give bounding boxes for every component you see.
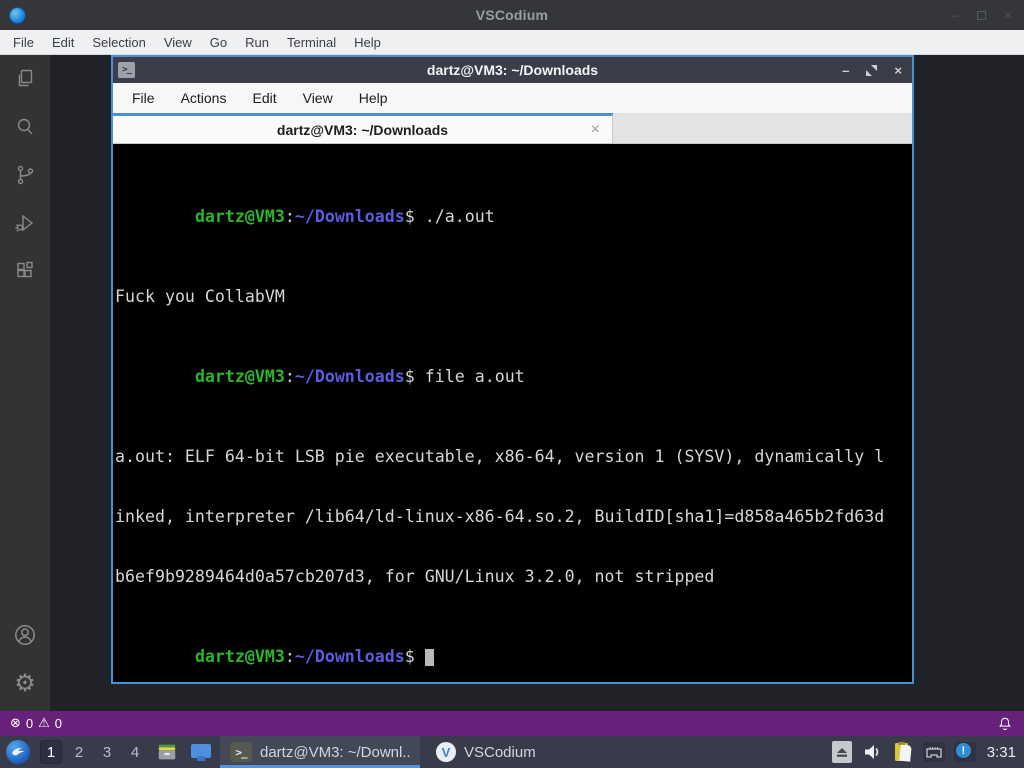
menu-help[interactable]: Help — [345, 35, 390, 50]
terminal-restore-button[interactable] — [866, 64, 878, 76]
taskbar-button-terminal[interactable]: >_ dartz@VM3: ~/Downl... — [220, 736, 420, 768]
tab-close-icon[interactable]: × — [591, 121, 600, 138]
prompt-user: dartz@VM3 — [194, 647, 285, 666]
source-control-icon[interactable] — [0, 151, 50, 199]
output-text: b6ef9b9289464d0a57cb207d3, for GNU/Linux… — [115, 567, 715, 586]
vscodium-statusbar: ⊗ 0 ⚠ 0 — [0, 711, 1024, 736]
command-text: ./a.out — [424, 207, 495, 226]
vscodium-task-icon: V — [436, 742, 456, 762]
terminal-cursor — [424, 649, 434, 666]
vscodium-task-label: VSCodium — [464, 743, 536, 761]
system-tray: ! 3:31 — [831, 740, 1016, 764]
menu-go[interactable]: Go — [201, 35, 236, 50]
terminal-line: inked, interpreter /lib64/ld-linux-x86-6… — [115, 507, 910, 527]
vscodium-window-title: VSCodium — [475, 7, 549, 23]
output-text: inked, interpreter /lib64/ld-linux-x86-6… — [115, 507, 885, 526]
terminal-menu-file[interactable]: File — [119, 90, 168, 106]
vscodium-titlebar: VSCodium – × — [0, 0, 1024, 30]
terminal-menu-view[interactable]: View — [290, 90, 346, 106]
terminal-close-button[interactable]: × — [894, 63, 902, 78]
volume-icon[interactable] — [861, 740, 883, 764]
explorer-icon[interactable] — [0, 55, 50, 103]
error-count: 0 — [25, 716, 34, 731]
account-icon[interactable] — [0, 611, 50, 659]
terminal-line: dartz@VM3:~/Downloads$ file a.out — [194, 367, 525, 386]
prompt-path: ~/Downloads — [294, 207, 405, 226]
extensions-icon[interactable] — [0, 247, 50, 295]
menu-edit[interactable]: Edit — [43, 35, 83, 50]
warning-icon: ⚠ — [38, 716, 50, 731]
terminal-tab[interactable]: dartz@VM3: ~/Downloads × — [113, 113, 613, 143]
update-notifier-icon[interactable]: ! — [953, 742, 976, 762]
menu-run[interactable]: Run — [236, 35, 278, 50]
clock[interactable]: 3:31 — [987, 744, 1016, 761]
terminal-line: dartz@VM3:~/Downloads$ ./a.out — [194, 207, 495, 226]
settings-gear-icon[interactable]: ⚙ — [0, 659, 50, 707]
terminal-task-icon: >_ — [230, 742, 252, 762]
output-text: a.out: ELF 64-bit LSB pie executable, x8… — [115, 447, 885, 466]
workspace-2[interactable]: 2 — [68, 740, 90, 764]
terminal-titlebar[interactable]: >_ dartz@VM3: ~/Downloads – × — [113, 57, 912, 83]
vscodium-activity-bar: ⚙ — [0, 55, 50, 711]
menu-view[interactable]: View — [155, 35, 201, 50]
terminal-task-label: dartz@VM3: ~/Downl... — [260, 743, 410, 761]
terminal-menu-actions[interactable]: Actions — [168, 90, 240, 106]
prompt-path: ~/Downloads — [294, 647, 405, 666]
terminal-line: a.out: ELF 64-bit LSB pie executable, x8… — [115, 447, 910, 467]
workspace-3[interactable]: 3 — [96, 740, 118, 764]
workspace-switcher: 1 2 3 4 — [40, 740, 146, 764]
terminal-line: b6ef9b9289464d0a57cb207d3, for GNU/Linux… — [115, 567, 910, 587]
terminal-minimize-button[interactable]: – — [842, 63, 849, 78]
terminal-menu-help[interactable]: Help — [346, 90, 401, 106]
terminal-line: Fuck you CollabVM — [115, 287, 910, 307]
network-icon[interactable] — [922, 742, 945, 762]
menu-terminal[interactable]: Terminal — [278, 35, 345, 50]
workspace-4[interactable]: 4 — [124, 740, 146, 764]
command-text: file a.out — [424, 367, 525, 386]
taskbar: 1 2 3 4 >_ dartz@VM3: ~/Downl... V VSCod… — [0, 736, 1024, 768]
notifications-bell-icon[interactable] — [998, 716, 1012, 731]
menu-selection[interactable]: Selection — [83, 35, 154, 50]
terminal-window: >_ dartz@VM3: ~/Downloads – × File Actio… — [111, 55, 914, 684]
file-manager-icon[interactable] — [154, 740, 180, 764]
vscodium-menubar: File Edit Selection View Go Run Terminal… — [0, 30, 1024, 55]
terminal-menubar: File Actions Edit View Help — [113, 83, 912, 113]
menu-file[interactable]: File — [4, 35, 43, 50]
terminal-tabbar: dartz@VM3: ~/Downloads × — [113, 113, 912, 144]
terminal-menu-edit[interactable]: Edit — [239, 90, 289, 106]
terminal-line: dartz@VM3:~/Downloads$ — [115, 627, 910, 682]
taskbar-button-vscodium[interactable]: V VSCodium — [426, 736, 546, 768]
desktop: VSCodium – × File Edit Selection View Go… — [0, 0, 1024, 768]
terminal-window-title: dartz@VM3: ~/Downloads — [426, 62, 599, 78]
prompt-user: dartz@VM3 — [194, 367, 285, 386]
workspace-1[interactable]: 1 — [40, 740, 62, 764]
desktop-places-icon[interactable] — [188, 740, 214, 764]
warning-count: 0 — [54, 716, 63, 731]
eject-icon[interactable] — [831, 741, 852, 763]
app-menu-bird-icon[interactable] — [6, 740, 30, 764]
clipboard-icon[interactable] — [892, 740, 914, 764]
prompt-user: dartz@VM3 — [194, 207, 285, 226]
error-icon: ⊗ — [10, 716, 21, 731]
vscodium-close-button[interactable]: × — [1002, 8, 1014, 22]
output-text: Fuck you CollabVM — [115, 287, 285, 306]
vscodium-maximize-button[interactable] — [977, 10, 986, 20]
notifier-exclamation: ! — [955, 743, 971, 758]
vscodium-minimize-button[interactable]: – — [949, 8, 961, 22]
terminal-tab-label: dartz@VM3: ~/Downloads — [276, 121, 449, 138]
prompt-path: ~/Downloads — [294, 367, 405, 386]
problems-indicator[interactable]: ⊗ 0 ⚠ 0 — [10, 716, 62, 731]
terminal-screen[interactable]: dartz@VM3:~/Downloads$ ./a.out Fuck you … — [113, 144, 912, 682]
search-icon[interactable] — [0, 103, 50, 151]
run-debug-icon[interactable] — [0, 199, 50, 247]
